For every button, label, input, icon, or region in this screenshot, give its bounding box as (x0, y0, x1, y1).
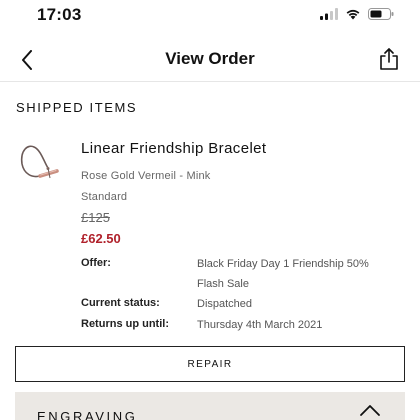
detail-label: Offer: (81, 257, 111, 269)
share-button[interactable] (376, 46, 402, 72)
status-time: 17:03 (37, 5, 82, 24)
product-variant: Rose Gold Vermeil - Mink (81, 170, 211, 182)
product-size: Standard (81, 191, 128, 203)
section-heading-shipped-items: SHIPPED ITEMS (16, 100, 138, 115)
detail-label: Current status: (81, 297, 160, 309)
navigation-bar: View Order (0, 38, 420, 82)
cellular-signal-icon (320, 8, 338, 20)
bracelet-thumbnail (20, 145, 59, 179)
status-bar: 17:03 (0, 0, 420, 34)
detail-label: Returns up until: (81, 318, 169, 330)
detail-value: Thursday 4th March 2021 (197, 319, 323, 331)
engraving-label: ENGRAVING (37, 409, 138, 420)
repair-button[interactable]: REPAIR (15, 346, 405, 382)
chevron-up-icon (360, 405, 380, 416)
engraving-accordion[interactable]: ENGRAVING (15, 392, 405, 420)
original-price: £125 (81, 210, 110, 225)
sale-price: £62.50 (81, 231, 121, 246)
status-icons (320, 8, 394, 20)
share-icon (380, 48, 398, 70)
wifi-icon (346, 9, 360, 20)
detail-value: Black Friday Day 1 Friendship 50% Flash … (197, 258, 369, 290)
battery-icon (368, 8, 394, 20)
product-name[interactable]: Linear Friendship Bracelet (81, 140, 267, 157)
page-title: View Order (165, 49, 255, 68)
detail-value: Dispatched (197, 298, 253, 310)
repair-button-label: REPAIR (187, 358, 233, 370)
